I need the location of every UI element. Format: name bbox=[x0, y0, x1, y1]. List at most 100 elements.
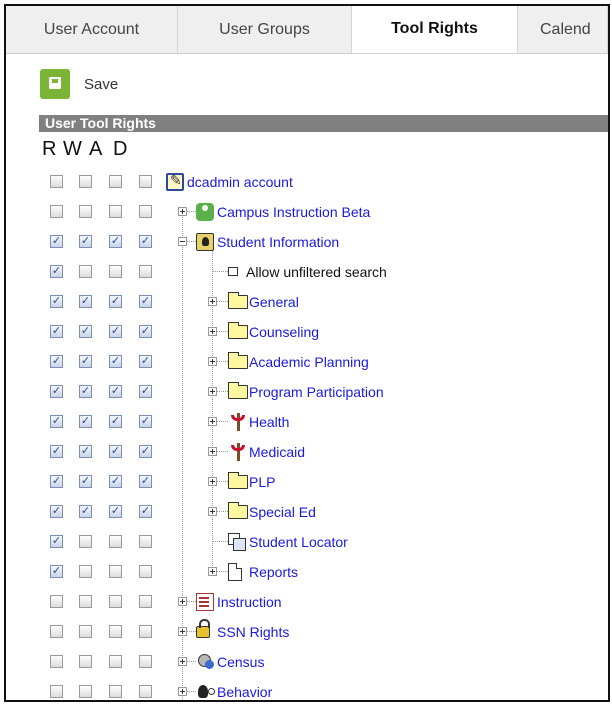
delete-checkbox[interactable] bbox=[139, 265, 152, 278]
tree-item-label[interactable]: Behavior bbox=[217, 684, 272, 700]
delete-checkbox[interactable]: ✓ bbox=[139, 355, 152, 368]
write-checkbox[interactable]: ✓ bbox=[79, 235, 92, 248]
write-checkbox[interactable] bbox=[79, 535, 92, 548]
expand-icon[interactable] bbox=[178, 657, 187, 666]
write-checkbox[interactable]: ✓ bbox=[79, 385, 92, 398]
add-checkbox[interactable]: ✓ bbox=[109, 355, 122, 368]
tab-user-account[interactable]: User Account bbox=[6, 6, 178, 53]
expand-icon[interactable] bbox=[178, 627, 187, 636]
delete-checkbox[interactable] bbox=[139, 565, 152, 578]
read-checkbox[interactable]: ✓ bbox=[50, 475, 63, 488]
tree-item-label[interactable]: Instruction bbox=[217, 594, 282, 610]
add-checkbox[interactable] bbox=[109, 535, 122, 548]
read-checkbox[interactable] bbox=[50, 175, 63, 188]
read-checkbox[interactable] bbox=[50, 685, 63, 698]
expand-icon[interactable] bbox=[178, 597, 187, 606]
write-checkbox[interactable] bbox=[79, 685, 92, 698]
add-checkbox[interactable]: ✓ bbox=[109, 475, 122, 488]
tree-item-label[interactable]: SSN Rights bbox=[217, 624, 289, 640]
write-checkbox[interactable] bbox=[79, 205, 92, 218]
delete-checkbox[interactable]: ✓ bbox=[139, 415, 152, 428]
add-checkbox[interactable]: ✓ bbox=[109, 235, 122, 248]
write-checkbox[interactable] bbox=[79, 175, 92, 188]
add-checkbox[interactable] bbox=[109, 265, 122, 278]
tree-item-label[interactable]: Campus Instruction Beta bbox=[217, 204, 370, 220]
delete-checkbox[interactable]: ✓ bbox=[139, 235, 152, 248]
tree-item-label[interactable]: Counseling bbox=[249, 324, 319, 340]
write-checkbox[interactable]: ✓ bbox=[79, 445, 92, 458]
tree-item-label[interactable]: General bbox=[249, 294, 299, 310]
delete-checkbox[interactable]: ✓ bbox=[139, 325, 152, 338]
write-checkbox[interactable]: ✓ bbox=[79, 355, 92, 368]
delete-checkbox[interactable]: ✓ bbox=[139, 505, 152, 518]
write-checkbox[interactable]: ✓ bbox=[79, 415, 92, 428]
read-checkbox[interactable]: ✓ bbox=[50, 355, 63, 368]
read-checkbox[interactable]: ✓ bbox=[50, 565, 63, 578]
tab-calendar[interactable]: Calend bbox=[518, 6, 608, 53]
add-checkbox[interactable] bbox=[109, 205, 122, 218]
add-checkbox[interactable] bbox=[109, 595, 122, 608]
tree-item-label[interactable]: Student Locator bbox=[249, 534, 348, 550]
expand-icon[interactable] bbox=[208, 477, 217, 486]
read-checkbox[interactable]: ✓ bbox=[50, 235, 63, 248]
tree-item-label[interactable]: Academic Planning bbox=[249, 354, 369, 370]
read-checkbox[interactable]: ✓ bbox=[50, 505, 63, 518]
read-checkbox[interactable] bbox=[50, 655, 63, 668]
delete-checkbox[interactable] bbox=[139, 175, 152, 188]
write-checkbox[interactable] bbox=[79, 265, 92, 278]
expand-icon[interactable] bbox=[178, 207, 187, 216]
add-checkbox[interactable]: ✓ bbox=[109, 325, 122, 338]
add-checkbox[interactable]: ✓ bbox=[109, 295, 122, 308]
read-checkbox[interactable] bbox=[50, 625, 63, 638]
expand-icon[interactable] bbox=[208, 417, 217, 426]
tree-item-label[interactable]: dcadmin account bbox=[187, 174, 293, 190]
delete-checkbox[interactable]: ✓ bbox=[139, 445, 152, 458]
add-checkbox[interactable]: ✓ bbox=[109, 415, 122, 428]
add-checkbox[interactable] bbox=[109, 625, 122, 638]
write-checkbox[interactable]: ✓ bbox=[79, 505, 92, 518]
delete-checkbox[interactable]: ✓ bbox=[139, 475, 152, 488]
add-checkbox[interactable]: ✓ bbox=[109, 445, 122, 458]
expand-icon[interactable] bbox=[208, 297, 217, 306]
write-checkbox[interactable]: ✓ bbox=[79, 475, 92, 488]
read-checkbox[interactable] bbox=[50, 595, 63, 608]
expand-icon[interactable] bbox=[208, 327, 217, 336]
read-checkbox[interactable]: ✓ bbox=[50, 385, 63, 398]
add-checkbox[interactable] bbox=[109, 655, 122, 668]
tree-item-label[interactable]: Reports bbox=[249, 564, 298, 580]
expand-icon[interactable] bbox=[208, 507, 217, 516]
write-checkbox[interactable] bbox=[79, 655, 92, 668]
add-checkbox[interactable] bbox=[109, 565, 122, 578]
add-checkbox[interactable] bbox=[109, 685, 122, 698]
delete-checkbox[interactable] bbox=[139, 595, 152, 608]
delete-checkbox[interactable] bbox=[139, 625, 152, 638]
expand-icon[interactable] bbox=[178, 687, 187, 696]
delete-checkbox[interactable]: ✓ bbox=[139, 385, 152, 398]
expand-icon[interactable] bbox=[208, 447, 217, 456]
write-checkbox[interactable] bbox=[79, 625, 92, 638]
read-checkbox[interactable] bbox=[50, 205, 63, 218]
write-checkbox[interactable]: ✓ bbox=[79, 325, 92, 338]
delete-checkbox[interactable]: ✓ bbox=[139, 295, 152, 308]
read-checkbox[interactable]: ✓ bbox=[50, 295, 63, 308]
expand-icon[interactable] bbox=[208, 387, 217, 396]
add-checkbox[interactable]: ✓ bbox=[109, 505, 122, 518]
save-button[interactable]: Save bbox=[40, 69, 118, 99]
read-checkbox[interactable]: ✓ bbox=[50, 535, 63, 548]
add-checkbox[interactable] bbox=[109, 175, 122, 188]
tree-item-label[interactable]: Census bbox=[217, 654, 264, 670]
tab-user-groups[interactable]: User Groups bbox=[178, 6, 352, 53]
read-checkbox[interactable]: ✓ bbox=[50, 445, 63, 458]
delete-checkbox[interactable] bbox=[139, 655, 152, 668]
tree-item-label[interactable]: Student Information bbox=[217, 234, 339, 250]
expand-icon[interactable] bbox=[208, 567, 217, 576]
tree-item-label[interactable]: Program Participation bbox=[249, 384, 384, 400]
tree-item-label[interactable]: Medicaid bbox=[249, 444, 305, 460]
write-checkbox[interactable] bbox=[79, 595, 92, 608]
add-checkbox[interactable]: ✓ bbox=[109, 385, 122, 398]
tab-tool-rights[interactable]: Tool Rights bbox=[352, 6, 518, 53]
delete-checkbox[interactable] bbox=[139, 535, 152, 548]
collapse-icon[interactable] bbox=[178, 237, 187, 246]
expand-icon[interactable] bbox=[208, 357, 217, 366]
tree-item-label[interactable]: Special Ed bbox=[249, 504, 316, 520]
